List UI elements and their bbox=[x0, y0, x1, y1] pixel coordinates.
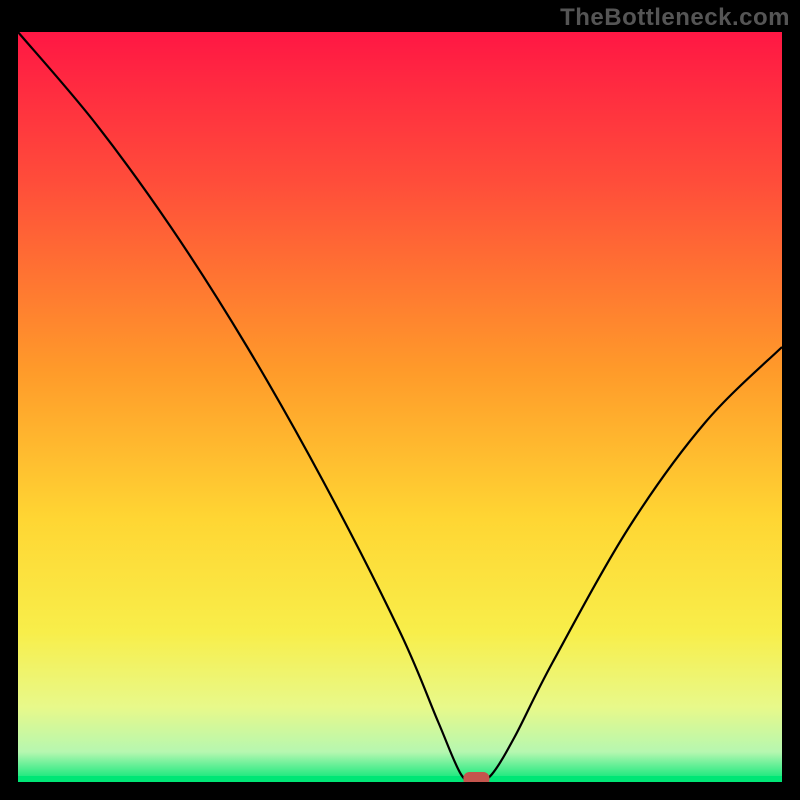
bottleneck-plot bbox=[18, 32, 782, 782]
gradient-background bbox=[18, 32, 782, 782]
plot-svg bbox=[18, 32, 782, 782]
watermark-text: TheBottleneck.com bbox=[560, 4, 790, 32]
chart-frame: TheBottleneck.com bbox=[0, 0, 800, 800]
minimum-marker bbox=[463, 772, 489, 782]
